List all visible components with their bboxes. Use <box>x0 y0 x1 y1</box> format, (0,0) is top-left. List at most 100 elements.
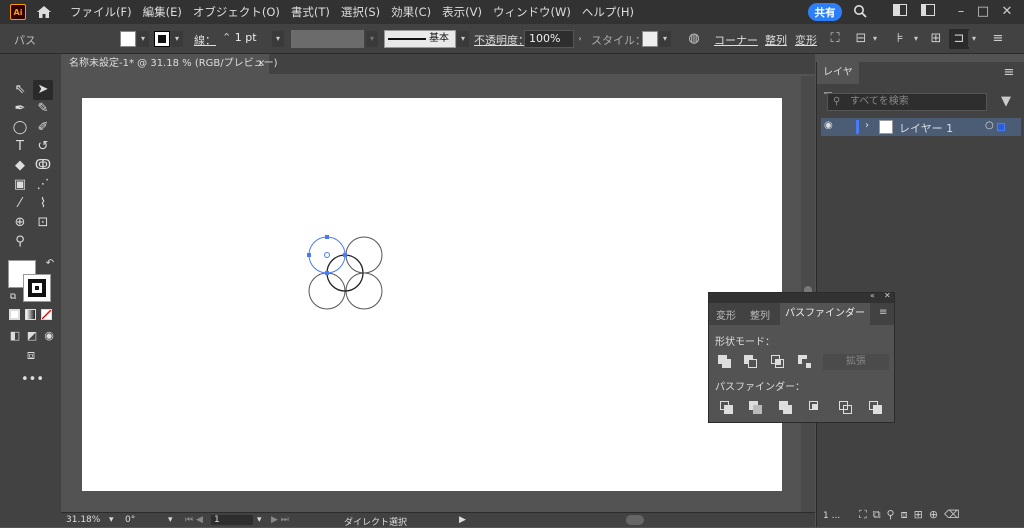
screen-mode-icon[interactable]: ⧈ <box>21 346 41 366</box>
share-button[interactable]: 共有 <box>808 3 842 21</box>
intersect-button[interactable] <box>770 355 786 369</box>
minus-front-button[interactable] <box>743 355 759 369</box>
rotation-dropdown[interactable]: ▾ <box>168 515 173 525</box>
close-panel-icon[interactable]: ✕ <box>884 291 891 300</box>
gradient-tool-icon[interactable]: ▣ <box>10 175 30 195</box>
zoom-tool-icon[interactable]: ⚲ <box>10 232 30 252</box>
object-align-icon[interactable]: ⊐ <box>949 29 969 49</box>
circle-center[interactable] <box>326 254 364 292</box>
rotate-tool-icon[interactable]: ↺ <box>33 137 53 157</box>
maximize-icon[interactable]: □ <box>975 4 991 20</box>
first-artboard-icon[interactable]: ⏮ ◀ <box>185 515 203 525</box>
shape-builder-tool-icon[interactable]: ⊕ <box>10 213 30 233</box>
menu-object[interactable]: オブジェクト(O) <box>193 4 280 20</box>
layers-footer-actions[interactable]: ⛶⧉⚲⧈⊞⊕⌫ <box>859 508 966 522</box>
opacity-expand[interactable]: › <box>574 31 586 47</box>
menu-edit[interactable]: 編集(E) <box>143 4 182 20</box>
collapse-panel-icon[interactable]: « <box>870 291 875 300</box>
artboard-number-field[interactable]: 1 <box>211 515 253 525</box>
object-align-dropdown[interactable]: ▾ <box>968 31 980 47</box>
zoom-dropdown[interactable]: ▾ <box>109 515 114 525</box>
brush-definition[interactable]: 基本 <box>384 30 456 48</box>
style-dropdown[interactable]: ▾ <box>659 31 671 47</box>
fill-dropdown[interactable]: ▾ <box>137 31 149 47</box>
tab-align[interactable]: 整列 <box>750 307 770 322</box>
target-icon[interactable]: ○ <box>985 120 994 131</box>
eraser-tool-icon[interactable]: ◆ <box>10 156 30 176</box>
isolate-icon[interactable]: ⛶ <box>827 31 843 47</box>
stroke-weight-field[interactable]: ⌃ 1 pt <box>218 30 273 48</box>
pen-tool-icon[interactable]: ✒ <box>10 99 30 119</box>
blend-tool-icon[interactable]: ⌇ <box>33 194 53 214</box>
stroke-dropdown[interactable]: ▾ <box>171 31 183 47</box>
next-artboard-icon[interactable]: ▶ ⏭ <box>271 515 289 525</box>
minimize-icon[interactable]: – <box>953 4 969 20</box>
outline-button[interactable] <box>838 401 854 415</box>
pathfinder-menu-icon[interactable]: ≡ <box>879 307 887 318</box>
opacity-field[interactable]: 100% <box>524 30 574 48</box>
anchor-point[interactable] <box>307 253 311 257</box>
distribute-icon[interactable]: ⊧ <box>892 31 908 47</box>
circle-bottom-left[interactable] <box>308 272 346 310</box>
home-icon[interactable] <box>34 2 54 22</box>
swap-colors-icon[interactable]: ↶ <box>40 254 60 274</box>
artboard-dropdown[interactable]: ▾ <box>257 515 262 525</box>
merge-button[interactable] <box>778 401 794 415</box>
circle-top-left-selected[interactable] <box>308 236 346 274</box>
stroke-swatch[interactable] <box>154 31 170 47</box>
panel-title-bar[interactable]: « ✕ <box>709 291 894 303</box>
stroke-weight-dropdown[interactable]: ▾ <box>272 31 284 47</box>
panel-menu-icon[interactable]: ≡ <box>990 31 1006 47</box>
direct-selection-tool-icon[interactable]: ➤ <box>33 80 53 100</box>
expand-button[interactable]: 拡張 <box>823 354 889 370</box>
draw-inside-icon[interactable]: ◉ <box>39 326 59 346</box>
gradient-mode-icon[interactable] <box>25 309 36 320</box>
tab-transform[interactable]: 変形 <box>716 307 736 322</box>
trim-button[interactable] <box>748 401 764 415</box>
transform-icon[interactable]: ⊞ <box>928 31 944 47</box>
crop-button[interactable] <box>808 401 824 415</box>
layer-name[interactable]: レイヤー 1 <box>899 120 953 136</box>
align-label[interactable]: 整列 <box>765 32 787 48</box>
layers-panel-menu-icon[interactable]: ≡ <box>1001 65 1017 81</box>
opacity-label[interactable]: 不透明度： <box>474 32 529 48</box>
distribute-dropdown[interactable]: ▾ <box>910 31 922 47</box>
zoom-field[interactable]: 31.18% <box>66 515 100 525</box>
exclude-button[interactable] <box>797 355 813 369</box>
stroke-color-swatch[interactable] <box>23 274 51 302</box>
artboard[interactable] <box>82 98 782 491</box>
style-swatch[interactable] <box>642 31 658 47</box>
search-icon[interactable] <box>852 4 868 20</box>
menu-select[interactable]: 選択(S) <box>341 4 380 20</box>
paintbrush-tool-icon[interactable]: ✐ <box>33 118 53 138</box>
none-mode-icon[interactable] <box>41 309 52 320</box>
type-tool-icon[interactable]: T <box>10 137 30 157</box>
workspace-icon[interactable] <box>892 4 908 20</box>
tab-layers[interactable]: レイヤー <box>817 62 859 100</box>
edit-toolbar-icon[interactable]: ••• <box>21 370 44 390</box>
status-menu-icon[interactable]: ▶ <box>459 515 466 525</box>
horizontal-scroll-thumb[interactable] <box>626 515 644 525</box>
divide-button[interactable] <box>719 401 735 415</box>
menu-window[interactable]: ウィンドウ(W) <box>493 4 571 20</box>
variable-width-profile[interactable] <box>291 30 364 48</box>
unite-button[interactable] <box>717 355 733 369</box>
filter-icon[interactable]: ▼ <box>998 94 1014 110</box>
eyedropper-tool-icon[interactable]: ⁄ <box>10 194 30 214</box>
circles-artwork[interactable] <box>300 230 390 315</box>
brush-dropdown[interactable]: ▾ <box>457 31 469 47</box>
close-icon[interactable]: ✕ <box>999 4 1015 20</box>
curvature-tool-icon[interactable]: ✎ <box>33 99 53 119</box>
lasso-tool-icon[interactable]: ↂ <box>33 156 53 176</box>
anchor-point[interactable] <box>325 271 329 275</box>
align-icon[interactable]: ⊟ <box>853 31 869 47</box>
align-dropdown[interactable]: ▾ <box>869 31 881 47</box>
document-tab[interactable]: 名称未設定-1* @ 31.18 % (RGB/プレビュー) × <box>61 54 278 74</box>
corner-label[interactable]: コーナー <box>714 32 758 48</box>
circle-top-right[interactable] <box>345 236 383 274</box>
tab-pathfinder[interactable]: パスファインダー <box>780 303 870 325</box>
visibility-eye-icon[interactable]: ◉ <box>824 120 833 131</box>
ellipse-tool-icon[interactable]: ◯ <box>10 118 30 138</box>
menu-effect[interactable]: 効果(C) <box>391 4 431 20</box>
selection-tool-icon[interactable]: ⇖ <box>10 80 30 100</box>
